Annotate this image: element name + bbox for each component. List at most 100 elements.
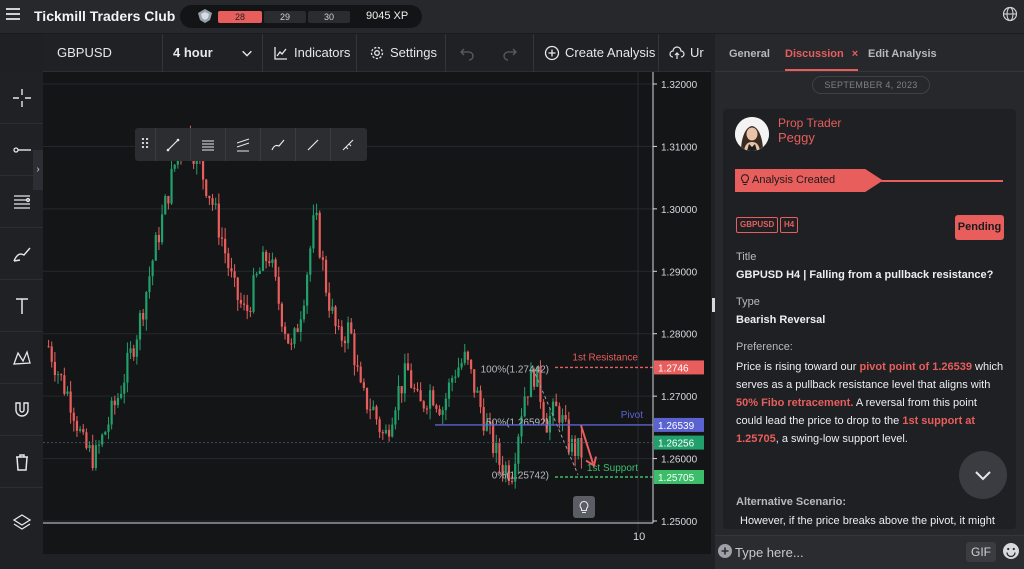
trend-line-option[interactable] — [155, 128, 190, 161]
hamburger-menu-icon[interactable] — [6, 8, 20, 22]
emoji-icon[interactable] — [1002, 542, 1020, 560]
y-tick-label: 1.30000 — [661, 205, 698, 216]
idea-button[interactable] — [573, 496, 595, 518]
crosshair-tool[interactable] — [0, 72, 43, 124]
candle-body — [466, 351, 470, 360]
magnet-tool[interactable] — [0, 384, 43, 436]
candle-body — [337, 326, 340, 328]
candle-body — [145, 292, 148, 320]
channel-option[interactable] — [225, 128, 260, 161]
candle-body — [542, 401, 545, 419]
candle-body — [435, 405, 438, 409]
tab-discussion[interactable]: Discussion × — [785, 34, 859, 71]
lightbulb-icon — [579, 500, 589, 514]
candle-body — [526, 396, 529, 398]
candle-body — [463, 351, 466, 364]
candle-body — [173, 164, 176, 169]
tab-general[interactable]: General — [729, 34, 770, 72]
candle-body — [438, 408, 441, 415]
candle-body — [283, 326, 287, 334]
candle-body — [343, 340, 347, 344]
candle-body — [441, 410, 444, 415]
candle-body — [387, 429, 391, 437]
layers-tool[interactable] — [0, 496, 43, 548]
magnet-icon — [14, 401, 29, 417]
pattern-tool[interactable] — [0, 332, 43, 384]
level-label: Pivot — [621, 410, 643, 421]
status-badge[interactable]: Pending — [955, 215, 1004, 240]
tab-edit-analysis[interactable]: Edit Analysis — [868, 34, 937, 72]
candle-body — [63, 375, 66, 394]
drag-handle-icon[interactable]: ⠿ — [135, 128, 155, 161]
candle-body — [318, 212, 321, 258]
candle-body — [154, 234, 157, 261]
brush-icon — [271, 139, 285, 150]
candle-body — [517, 436, 520, 464]
price-chart[interactable]: 100%(1.27442) 50%(1.26592) 0%(1.25742) 1st … — [43, 72, 711, 554]
channel-icon — [236, 138, 250, 151]
indicators-label: Indicators — [294, 45, 351, 60]
chevron-down-icon — [975, 471, 991, 481]
candle-body — [113, 400, 116, 406]
candle-body — [558, 406, 561, 423]
symbol-selector[interactable]: GBPUSD — [43, 34, 163, 72]
symbol-label: GBPUSD — [57, 45, 112, 60]
price-tag-label: 1.25705 — [658, 473, 695, 484]
y-tick-label: 1.29000 — [661, 267, 698, 278]
fib-option[interactable] — [190, 128, 225, 161]
timeframe-dropdown[interactable]: 4 hour — [163, 34, 263, 72]
candle-body — [249, 311, 252, 313]
candle-body — [555, 401, 558, 407]
candle-body — [290, 343, 293, 345]
candle-body — [410, 370, 413, 388]
brush-tool[interactable] — [0, 228, 43, 280]
gif-button[interactable]: GIF — [966, 542, 996, 562]
candle-body — [50, 346, 53, 362]
time-scale-footer — [43, 554, 711, 569]
candle-body — [482, 407, 485, 431]
undo-button[interactable] — [446, 34, 492, 72]
ray-option[interactable] — [295, 128, 330, 161]
upload-button[interactable]: Ur — [659, 34, 711, 72]
candle-body — [447, 382, 451, 399]
brush-option[interactable] — [260, 128, 295, 161]
candle-body — [230, 268, 233, 272]
candle-body — [274, 259, 277, 277]
candle-body — [334, 306, 337, 327]
create-analysis-button[interactable]: Create Analysis — [534, 34, 659, 72]
xp-level-next: 29 — [264, 11, 306, 23]
candle-body — [255, 273, 258, 276]
candle-body — [391, 424, 394, 437]
globe-icon[interactable] — [1002, 6, 1018, 22]
candle-body — [104, 431, 107, 435]
candle-body — [287, 333, 290, 344]
candle-body — [469, 359, 473, 370]
candle-body — [570, 438, 574, 452]
delete-drawings-tool[interactable] — [0, 436, 43, 488]
measure-option[interactable] — [330, 128, 365, 161]
candle-body — [201, 161, 205, 180]
candle-body — [495, 442, 498, 454]
y-tick-label: 1.25000 — [661, 517, 698, 528]
redo-button[interactable] — [492, 34, 534, 72]
expand-tools-chevron-icon[interactable]: › — [33, 150, 43, 190]
current-price-label: 1.26256 — [658, 439, 695, 450]
candle-body — [498, 442, 501, 465]
text-tool[interactable] — [0, 280, 43, 332]
xp-progress[interactable]: 28 29 30 9045 XP — [180, 5, 422, 28]
close-tab-icon[interactable]: × — [852, 48, 858, 60]
settings-label: Settings — [390, 45, 437, 60]
message-input[interactable] — [735, 542, 955, 562]
candle-body — [214, 203, 217, 205]
indicators-button[interactable]: Indicators — [263, 34, 357, 72]
author-name[interactable]: Peggy — [778, 130, 815, 145]
text-icon — [15, 297, 28, 314]
candle-body — [432, 390, 435, 406]
add-attachment-icon[interactable] — [717, 543, 733, 559]
message-composer: GIF — [715, 535, 1024, 569]
candle-body — [107, 424, 110, 432]
xabcd-pattern-icon — [12, 349, 31, 365]
settings-button[interactable]: Settings — [357, 34, 446, 72]
projection-arrow — [580, 425, 594, 464]
scroll-down-button[interactable] — [959, 451, 1007, 499]
